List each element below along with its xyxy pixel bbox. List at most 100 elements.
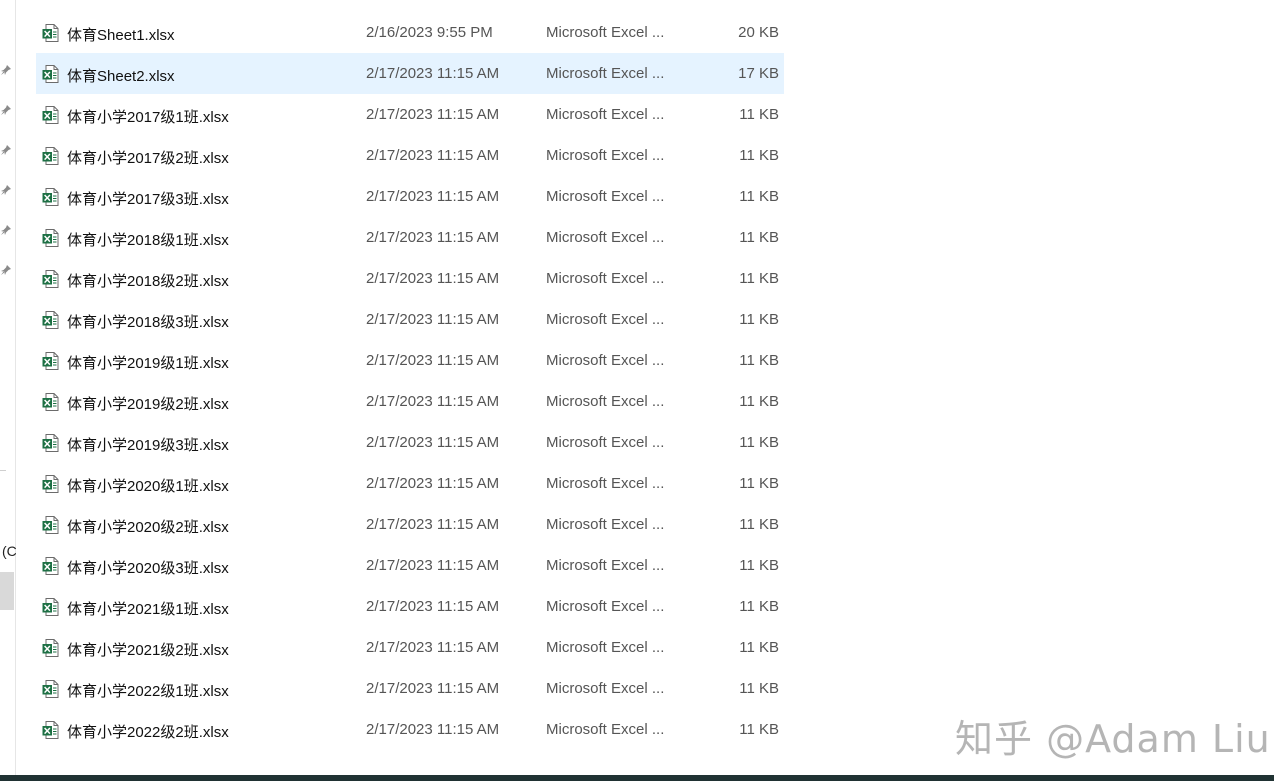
file-row[interactable]: 体育小学2021级1班.xlsx 2/17/2023 11:15 AM Micros… [36, 586, 784, 627]
file-size: 11 KB [739, 147, 779, 164]
file-name: 体育小学2018级2班.xlsx [67, 273, 229, 290]
excel-file-icon [41, 23, 61, 43]
file-name: 体育小学2018级1班.xlsx [67, 232, 229, 249]
excel-file-icon [41, 392, 61, 412]
pin-icon[interactable] [0, 264, 12, 276]
file-list: 体育Sheet1.xlsx 2/16/2023 9:55 PM Microsoft … [36, 12, 784, 750]
file-type: Microsoft Excel ... [546, 106, 665, 123]
file-row[interactable]: 体育Sheet2.xlsx 2/17/2023 11:15 AM Microsoft… [36, 53, 784, 94]
file-date-modified: 2/17/2023 11:15 AM [366, 598, 500, 615]
excel-file-icon [41, 187, 61, 207]
file-row[interactable]: 体育小学2021级2班.xlsx 2/17/2023 11:15 AM Micros… [36, 627, 784, 668]
excel-file-icon [41, 433, 61, 453]
file-size: 11 KB [739, 106, 779, 123]
excel-file-icon [41, 146, 61, 166]
file-size: 11 KB [739, 680, 779, 697]
file-date-modified: 2/17/2023 11:15 AM [366, 721, 500, 738]
file-type: Microsoft Excel ... [546, 188, 665, 205]
file-row[interactable]: 体育小学2017级2班.xlsx 2/17/2023 11:15 AM Micros… [36, 135, 784, 176]
pane-divider [0, 470, 6, 471]
watermark: 知乎 @Adam Liu [955, 717, 1271, 761]
file-date-modified: 2/17/2023 11:15 AM [366, 393, 500, 410]
file-type: Microsoft Excel ... [546, 311, 665, 328]
file-name: 体育小学2020级2班.xlsx [67, 519, 229, 536]
file-row[interactable]: 体育小学2018级1班.xlsx 2/17/2023 11:15 AM Micros… [36, 217, 784, 258]
file-size: 11 KB [739, 557, 779, 574]
file-type: Microsoft Excel ... [546, 270, 665, 287]
file-size: 20 KB [738, 24, 779, 41]
file-date-modified: 2/17/2023 11:15 AM [366, 65, 500, 82]
file-row[interactable]: 体育小学2019级2班.xlsx 2/17/2023 11:15 AM Micros… [36, 381, 784, 422]
file-size: 11 KB [739, 516, 779, 533]
file-row[interactable]: 体育小学2017级3班.xlsx 2/17/2023 11:15 AM Micros… [36, 176, 784, 217]
file-date-modified: 2/17/2023 11:15 AM [366, 311, 500, 328]
file-name: 体育小学2017级1班.xlsx [67, 109, 229, 126]
file-row[interactable]: 体育小学2020级2班.xlsx 2/17/2023 11:15 AM Micros… [36, 504, 784, 545]
excel-file-icon [41, 720, 61, 740]
excel-file-icon [41, 64, 61, 84]
file-row[interactable]: 体育小学2018级2班.xlsx 2/17/2023 11:15 AM Micros… [36, 258, 784, 299]
pin-icon[interactable] [0, 184, 12, 196]
excel-file-icon [41, 228, 61, 248]
pin-icon[interactable] [0, 64, 12, 76]
file-name: 体育小学2022级2班.xlsx [67, 724, 229, 741]
file-type: Microsoft Excel ... [546, 434, 665, 451]
file-type: Microsoft Excel ... [546, 516, 665, 533]
file-type: Microsoft Excel ... [546, 721, 665, 738]
pin-icon[interactable] [0, 224, 12, 236]
file-name: 体育小学2017级2班.xlsx [67, 150, 229, 167]
file-size: 11 KB [739, 475, 779, 492]
file-date-modified: 2/17/2023 11:15 AM [366, 639, 500, 656]
file-date-modified: 2/17/2023 11:15 AM [366, 270, 500, 287]
file-type: Microsoft Excel ... [546, 229, 665, 246]
excel-file-icon [41, 310, 61, 330]
file-row[interactable]: 体育Sheet1.xlsx 2/16/2023 9:55 PM Microsoft … [36, 12, 784, 53]
file-name: 体育小学2019级2班.xlsx [67, 396, 229, 413]
file-name: 体育小学2019级1班.xlsx [67, 355, 229, 372]
excel-file-icon [41, 351, 61, 371]
file-date-modified: 2/17/2023 11:15 AM [366, 106, 500, 123]
file-row[interactable]: 体育小学2020级3班.xlsx 2/17/2023 11:15 AM Micros… [36, 545, 784, 586]
file-type: Microsoft Excel ... [546, 557, 665, 574]
file-name: 体育小学2020级1班.xlsx [67, 478, 229, 495]
taskbar [0, 775, 1274, 781]
file-row[interactable]: 体育小学2022级1班.xlsx 2/17/2023 11:15 AM Micros… [36, 668, 784, 709]
file-type: Microsoft Excel ... [546, 352, 665, 369]
file-date-modified: 2/16/2023 9:55 PM [366, 24, 493, 41]
file-name: 体育小学2022级1班.xlsx [67, 683, 229, 700]
file-date-modified: 2/17/2023 11:15 AM [366, 434, 500, 451]
file-row[interactable]: 体育小学2018级3班.xlsx 2/17/2023 11:15 AM Micros… [36, 299, 784, 340]
file-size: 11 KB [739, 229, 779, 246]
excel-file-icon [41, 515, 61, 535]
file-date-modified: 2/17/2023 11:15 AM [366, 229, 500, 246]
file-row[interactable]: 体育小学2017级1班.xlsx 2/17/2023 11:15 AM Micros… [36, 94, 784, 135]
file-size: 11 KB [739, 598, 779, 615]
file-size: 11 KB [739, 434, 779, 451]
file-type: Microsoft Excel ... [546, 393, 665, 410]
file-name: 体育小学2018级3班.xlsx [67, 314, 229, 331]
nav-item-fragment[interactable]: (C [2, 543, 16, 559]
file-row[interactable]: 体育小学2019级1班.xlsx 2/17/2023 11:15 AM Micros… [36, 340, 784, 381]
file-date-modified: 2/17/2023 11:15 AM [366, 147, 500, 164]
pin-icon[interactable] [0, 144, 12, 156]
file-size: 11 KB [739, 393, 779, 410]
file-name: 体育Sheet2.xlsx [67, 68, 175, 85]
pin-icon[interactable] [0, 104, 12, 116]
file-size: 11 KB [739, 270, 779, 287]
file-size: 11 KB [739, 352, 779, 369]
file-row[interactable]: 体育小学2019级3班.xlsx 2/17/2023 11:15 AM Micros… [36, 422, 784, 463]
file-name: 体育小学2021级1班.xlsx [67, 601, 229, 618]
file-name: 体育小学2017级3班.xlsx [67, 191, 229, 208]
navigation-pane: (C [0, 0, 16, 775]
file-row[interactable]: 体育小学2020级1班.xlsx 2/17/2023 11:15 AM Micros… [36, 463, 784, 504]
file-name: 体育小学2019级3班.xlsx [67, 437, 229, 454]
file-date-modified: 2/17/2023 11:15 AM [366, 188, 500, 205]
file-size: 17 KB [738, 65, 779, 82]
nav-selected-highlight[interactable] [0, 572, 14, 610]
file-type: Microsoft Excel ... [546, 65, 665, 82]
file-row[interactable]: 体育小学2022级2班.xlsx 2/17/2023 11:15 AM Micros… [36, 709, 784, 750]
excel-file-icon [41, 556, 61, 576]
excel-file-icon [41, 105, 61, 125]
excel-file-icon [41, 638, 61, 658]
file-type: Microsoft Excel ... [546, 680, 665, 697]
